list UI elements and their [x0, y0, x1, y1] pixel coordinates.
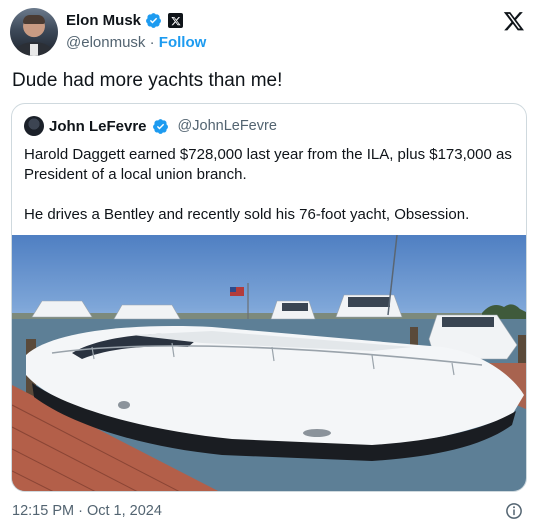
author-handle-row: @elonmusk · Follow: [66, 34, 206, 51]
quoted-paragraph-1: Harold Daggett earned $728,000 last year…: [24, 146, 512, 183]
quoted-author-name: John LeFevre: [49, 117, 147, 135]
author-handle[interactable]: @elonmusk: [66, 34, 145, 51]
follow-button[interactable]: Follow: [159, 34, 207, 51]
x-affiliation-icon: [168, 13, 184, 28]
quoted-post-header: John LeFevre @JohnLeFevre: [24, 116, 277, 136]
verified-badge-icon: [152, 118, 168, 134]
post-text: Dude had more yachts than me!: [12, 70, 283, 91]
quoted-post-text: Harold Daggett earned $728,000 last year…: [24, 145, 518, 225]
x-logo-icon[interactable]: [503, 10, 525, 32]
yacht-photo-illustration: [12, 235, 526, 491]
quoted-author-handle: @JohnLeFevre: [177, 118, 277, 134]
info-icon[interactable]: [505, 502, 523, 520]
post-header: Elon Musk @elonmusk · Follow: [10, 6, 529, 56]
verified-badge-icon: [146, 13, 161, 28]
post-timestamp[interactable]: 12:15 PM · Oct 1, 2024: [12, 503, 162, 519]
author-avatar[interactable]: [10, 8, 58, 56]
quoted-paragraph-2: He drives a Bentley and recently sold hi…: [24, 206, 470, 223]
quoted-post[interactable]: John LeFevre @JohnLeFevre Harold Daggett…: [11, 103, 527, 492]
author-display-name[interactable]: Elon Musk: [66, 12, 141, 29]
yacht-photo[interactable]: [12, 235, 526, 491]
quoted-author-avatar: [24, 116, 44, 136]
handle-separator: ·: [145, 34, 159, 51]
author-name-row: Elon Musk: [66, 12, 184, 29]
